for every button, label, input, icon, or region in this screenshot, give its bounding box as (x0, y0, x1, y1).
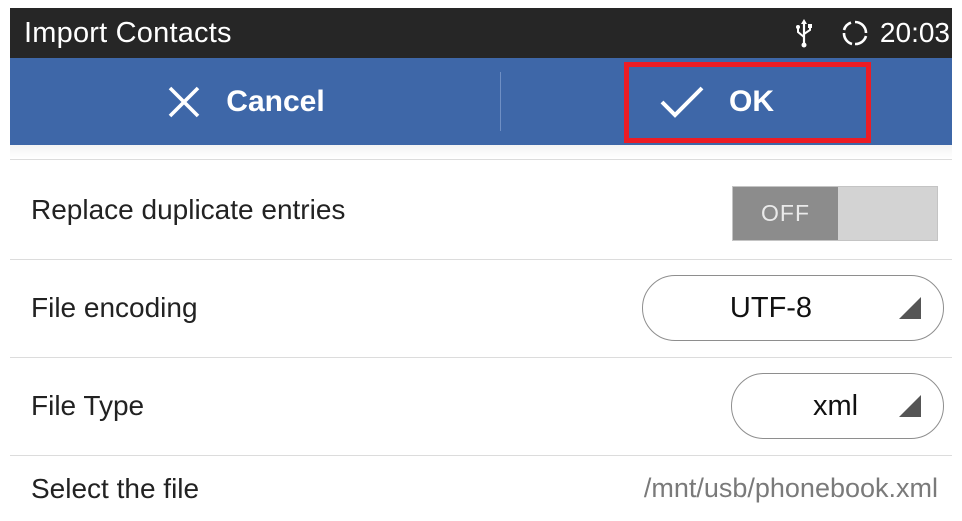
file-type-label: File Type (31, 390, 145, 421)
ok-label: OK (729, 84, 774, 118)
file-type-value: xml (812, 389, 859, 422)
window-title: Import Contacts (24, 16, 232, 49)
status-bar: Import Contacts 20:03 (10, 8, 952, 58)
cancel-button[interactable]: Cancel (10, 58, 481, 145)
checkmark-icon (659, 84, 705, 120)
clock: 20:03 (879, 17, 950, 48)
status-indicators: 20:03 (794, 17, 952, 49)
action-bar: Cancel OK (10, 58, 952, 145)
divider (10, 159, 952, 160)
dropdown-arrow-icon (899, 297, 921, 319)
usb-icon (794, 18, 814, 48)
dropdown-arrow-icon (899, 395, 921, 417)
file-encoding-row: File encoding UTF-8 (10, 260, 952, 356)
toggle-off-knob: OFF (733, 187, 838, 240)
replace-duplicates-row: Replace duplicate entries OFF (10, 162, 952, 258)
file-type-dropdown[interactable]: xml (731, 373, 944, 439)
cancel-label: Cancel (226, 84, 325, 118)
replace-duplicates-label: Replace duplicate entries (31, 194, 346, 225)
ok-button[interactable]: OK (481, 58, 952, 145)
select-file-row[interactable]: Select the file /mnt/usb/phonebook.xml (10, 456, 952, 521)
selected-file-path: /mnt/usb/phonebook.xml (643, 473, 938, 503)
sync-icon (840, 18, 870, 48)
file-encoding-dropdown[interactable]: UTF-8 (642, 275, 944, 341)
list-top-shadow (10, 145, 952, 159)
close-icon (166, 84, 202, 120)
file-type-row: File Type xml (10, 358, 952, 454)
replace-duplicates-toggle[interactable]: OFF (732, 186, 938, 241)
file-encoding-value: UTF-8 (729, 291, 813, 324)
file-encoding-label: File encoding (31, 292, 198, 323)
select-file-label: Select the file (31, 472, 200, 504)
